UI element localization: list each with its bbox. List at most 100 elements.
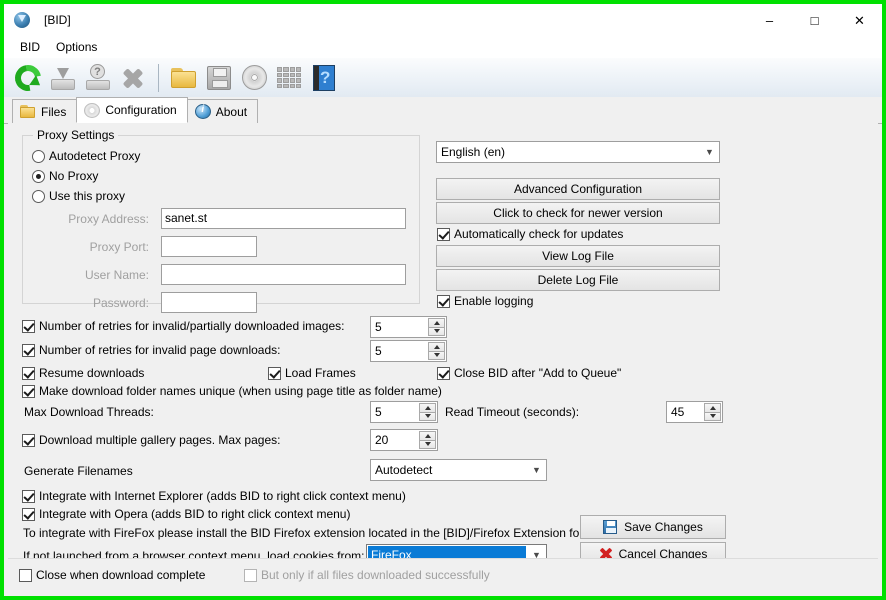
advanced-configuration-button[interactable]: Advanced Configuration — [436, 178, 720, 200]
retries-images-checkbox[interactable]: Number of retries for invalid/partially … — [22, 319, 344, 333]
proxy-address-label: Proxy Address: — [68, 212, 149, 226]
max-pages-stepper[interactable]: 20 — [370, 429, 438, 451]
stepper-up-button[interactable] — [704, 403, 721, 413]
proxy-settings-group: Proxy Settings Autodetect Proxy No Proxy… — [22, 128, 420, 313]
save-changes-button[interactable]: Save Changes — [580, 515, 726, 539]
stepper-down-button[interactable] — [428, 351, 445, 360]
cancel-x-icon — [120, 65, 146, 91]
menu-options[interactable]: Options — [48, 38, 105, 56]
read-timeout-label: Read Timeout (seconds): — [445, 405, 580, 419]
integrate-ie-checkbox[interactable]: Integrate with Internet Explorer (adds B… — [22, 489, 406, 503]
retries-pages-checkbox[interactable]: Number of retries for invalid page downl… — [22, 343, 280, 357]
max-threads-label: Max Download Threads: — [24, 405, 154, 419]
tab-configuration[interactable]: Configuration — [76, 97, 188, 123]
stepper-buttons[interactable] — [419, 403, 436, 421]
retries-pages-stepper[interactable]: 5 — [370, 340, 447, 362]
stepper-buttons[interactable] — [428, 342, 445, 360]
help-tray-icon — [85, 63, 111, 90]
retries-pages-value: 5 — [375, 344, 382, 358]
radio-autodetect-proxy[interactable]: Autodetect Proxy — [32, 149, 140, 163]
stepper-up-button[interactable] — [419, 403, 436, 413]
stepper-down-button[interactable] — [419, 440, 436, 449]
proxy-address-input[interactable]: sanet.st — [161, 208, 406, 229]
language-select[interactable]: English (en) ▼ — [436, 141, 720, 163]
auto-check-updates-checkbox[interactable]: Automatically check for updates — [437, 227, 623, 241]
arrow-up-icon — [424, 405, 431, 410]
load-frames-checkbox[interactable]: Load Frames — [268, 366, 356, 380]
radio-no-proxy[interactable]: No Proxy — [32, 169, 98, 183]
toolbar-folder-button[interactable] — [168, 62, 200, 94]
stepper-up-button[interactable] — [428, 342, 445, 352]
arrow-down-icon — [433, 353, 440, 358]
stepper-up-button[interactable] — [419, 431, 436, 441]
checkbox-icon — [22, 343, 35, 357]
max-threads-stepper[interactable]: 5 — [370, 401, 438, 423]
password-input[interactable] — [161, 292, 257, 313]
resume-downloads-checkbox[interactable]: Resume downloads — [22, 366, 144, 380]
read-timeout-value: 45 — [671, 405, 685, 419]
retries-images-label: Number of retries for invalid/partially … — [39, 319, 345, 333]
multiple-gallery-label: Download multiple gallery pages. Max pag… — [39, 433, 281, 447]
radio-use-this-proxy[interactable]: Use this proxy — [32, 189, 125, 203]
chevron-down-icon: ▼ — [705, 147, 714, 157]
check-newer-version-button[interactable]: Click to check for newer version — [436, 202, 720, 224]
stepper-up-button[interactable] — [428, 318, 445, 328]
generate-filenames-label: Generate Filenames — [24, 464, 133, 478]
load-frames-label: Load Frames — [285, 366, 356, 380]
retries-images-value: 5 — [375, 320, 382, 334]
unique-folder-names-label: Make download folder names unique (when … — [39, 384, 442, 398]
radio-no-proxy-label: No Proxy — [49, 169, 99, 183]
radio-icon — [32, 149, 45, 163]
save-changes-label: Save Changes — [624, 520, 703, 534]
close-button[interactable]: ✕ — [837, 4, 882, 36]
status-bar: Close when download complete But only if… — [8, 558, 878, 592]
delete-log-file-button[interactable]: Delete Log File — [436, 269, 720, 291]
stepper-down-button[interactable] — [428, 327, 445, 336]
tab-about[interactable]: About — [186, 99, 259, 123]
generate-filenames-select[interactable]: Autodetect ▼ — [370, 459, 547, 481]
configuration-page: Proxy Settings Autodetect Proxy No Proxy… — [8, 123, 878, 592]
close-when-complete-label: Close when download complete — [36, 568, 206, 582]
stepper-buttons[interactable] — [704, 403, 721, 421]
toolbar-settings-button[interactable] — [238, 62, 270, 94]
minimize-button[interactable]: – — [747, 4, 792, 36]
maximize-icon: □ — [810, 12, 819, 28]
stepper-down-button[interactable] — [704, 412, 721, 421]
view-log-file-button[interactable]: View Log File — [436, 245, 720, 267]
menu-bid[interactable]: BID — [12, 38, 48, 56]
title-bar: [BID] – □ ✕ — [4, 4, 882, 36]
checkbox-icon — [437, 366, 450, 380]
proxy-port-input[interactable] — [161, 236, 257, 257]
max-pages-value: 20 — [375, 433, 389, 447]
toolbar-save-button[interactable] — [203, 62, 235, 94]
multiple-gallery-checkbox[interactable]: Download multiple gallery pages. Max pag… — [22, 433, 280, 447]
toolbar-help-button[interactable] — [82, 62, 114, 94]
generate-filenames-value: Autodetect — [375, 463, 433, 477]
toolbar-grid-button[interactable] — [273, 62, 305, 94]
stepper-buttons[interactable] — [428, 318, 445, 336]
integrate-opera-checkbox[interactable]: Integrate with Opera (adds BID to right … — [22, 507, 350, 521]
user-name-input[interactable] — [161, 264, 406, 285]
only-if-success-checkbox[interactable]: But only if all files downloaded success… — [244, 568, 490, 582]
checkbox-icon — [437, 227, 450, 241]
stepper-buttons[interactable] — [419, 431, 436, 449]
password-label: Password: — [92, 296, 149, 310]
checkbox-icon — [22, 507, 35, 521]
stepper-down-button[interactable] — [419, 412, 436, 421]
toolbar-cancel-button[interactable] — [117, 62, 149, 94]
user-name-label: User Name: — [84, 268, 149, 282]
radio-autodetect-proxy-label: Autodetect Proxy — [49, 149, 141, 163]
max-threads-value: 5 — [375, 405, 382, 419]
close-when-complete-checkbox[interactable]: Close when download complete — [19, 568, 205, 582]
close-after-queue-checkbox[interactable]: Close BID after "Add to Queue" — [437, 366, 621, 380]
firefox-extension-note: To integrate with FireFox please install… — [23, 526, 602, 540]
toolbar-download-button[interactable] — [47, 62, 79, 94]
toolbar-refresh-button[interactable] — [9, 59, 47, 96]
enable-logging-checkbox[interactable]: Enable logging — [437, 294, 533, 308]
read-timeout-stepper[interactable]: 45 — [666, 401, 723, 423]
toolbar-helpbook-button[interactable] — [308, 62, 340, 94]
unique-folder-names-checkbox[interactable]: Make download folder names unique (when … — [22, 384, 442, 398]
retries-images-stepper[interactable]: 5 — [370, 316, 447, 338]
maximize-button[interactable]: □ — [792, 4, 837, 36]
tab-files[interactable]: Files — [12, 99, 78, 123]
